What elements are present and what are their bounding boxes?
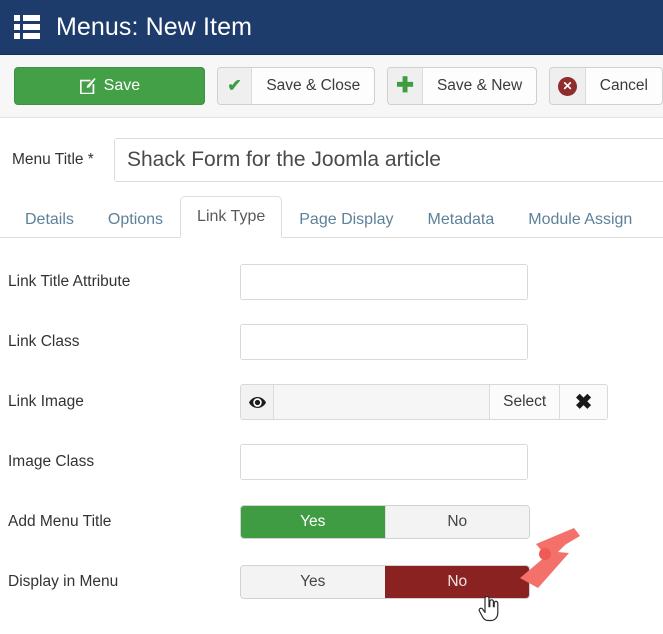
cancel-label: Cancel <box>599 77 648 94</box>
add-menu-title-toggle: Yes No <box>240 505 530 539</box>
cancel-button[interactable]: ✕ Cancel <box>549 67 663 105</box>
display-in-menu-label: Display in Menu <box>8 573 119 590</box>
tab-details[interactable]: Details <box>8 202 91 238</box>
link-title-attribute-input[interactable] <box>240 264 528 300</box>
tab-metadata[interactable]: Metadata <box>411 202 512 238</box>
tab-bar: Details Options Link Type Page Display M… <box>0 196 663 238</box>
display-in-menu-toggle: Yes No <box>240 565 530 599</box>
menu-title-input[interactable] <box>114 138 663 182</box>
eye-icon[interactable] <box>241 385 275 419</box>
joomla-menu-item-editor: Menus: New Item Save ✔ Save & Close ✚ Sa… <box>0 0 663 634</box>
page-title: Menus: New Item <box>56 12 253 41</box>
check-icon: ✔ <box>217 68 253 104</box>
add-menu-title-label: Add Menu Title <box>8 513 112 530</box>
tab-module-assignment[interactable]: Module Assign <box>511 202 649 238</box>
link-image-select-button[interactable]: Select <box>489 385 560 419</box>
menu-title-row: Menu Title * <box>0 118 663 196</box>
tab-options[interactable]: Options <box>91 202 180 238</box>
edit-pencil-icon <box>79 77 96 95</box>
link-image-clear-icon[interactable]: ✖ <box>559 385 607 419</box>
link-image-input[interactable] <box>274 385 490 419</box>
toolbar: Save ✔ Save & Close ✚ Save & New ✕ Cance… <box>0 55 663 118</box>
field-row-link-image: Link Image Select ✖ <box>0 372 663 432</box>
tab-link-type[interactable]: Link Type <box>180 196 283 238</box>
field-row-image-class: Image Class <box>0 432 663 492</box>
save-and-close-label: Save & Close <box>266 77 361 94</box>
link-class-label: Link Class <box>8 333 80 350</box>
field-row-add-menu-title: Add Menu Title Yes No <box>0 492 663 552</box>
image-class-input[interactable] <box>240 444 528 480</box>
add-menu-title-no[interactable]: No <box>384 506 529 538</box>
menu-title-label: Menu Title * <box>12 151 94 168</box>
field-row-link-title-attribute: Link Title Attribute <box>0 252 663 312</box>
menu-list-icon <box>14 15 40 39</box>
link-class-input[interactable] <box>240 324 528 360</box>
link-image-input-group: Select ✖ <box>240 384 608 420</box>
display-in-menu-no[interactable]: No <box>384 566 529 598</box>
image-class-label: Image Class <box>8 453 95 470</box>
tab-page-display[interactable]: Page Display <box>282 202 410 238</box>
save-and-close-button[interactable]: ✔ Save & Close <box>216 67 376 105</box>
link-title-attribute-label: Link Title Attribute <box>8 273 131 290</box>
display-in-menu-yes[interactable]: Yes <box>241 566 385 598</box>
save-and-new-label: Save & New <box>436 77 523 94</box>
save-button-label: Save <box>103 77 141 94</box>
plus-icon: ✚ <box>388 68 423 104</box>
field-row-display-in-menu: Display in Menu Yes No <box>0 552 663 612</box>
link-image-label: Link Image <box>8 393 84 410</box>
add-menu-title-yes[interactable]: Yes <box>241 506 385 538</box>
save-and-new-button[interactable]: ✚ Save & New <box>387 67 538 105</box>
page-header: Menus: New Item <box>0 0 663 55</box>
field-row-link-class: Link Class <box>0 312 663 372</box>
cancel-circle-icon: ✕ <box>550 68 586 104</box>
link-type-form: Link Title Attribute Link Class Link Ima… <box>0 238 663 612</box>
save-button[interactable]: Save <box>14 67 205 105</box>
